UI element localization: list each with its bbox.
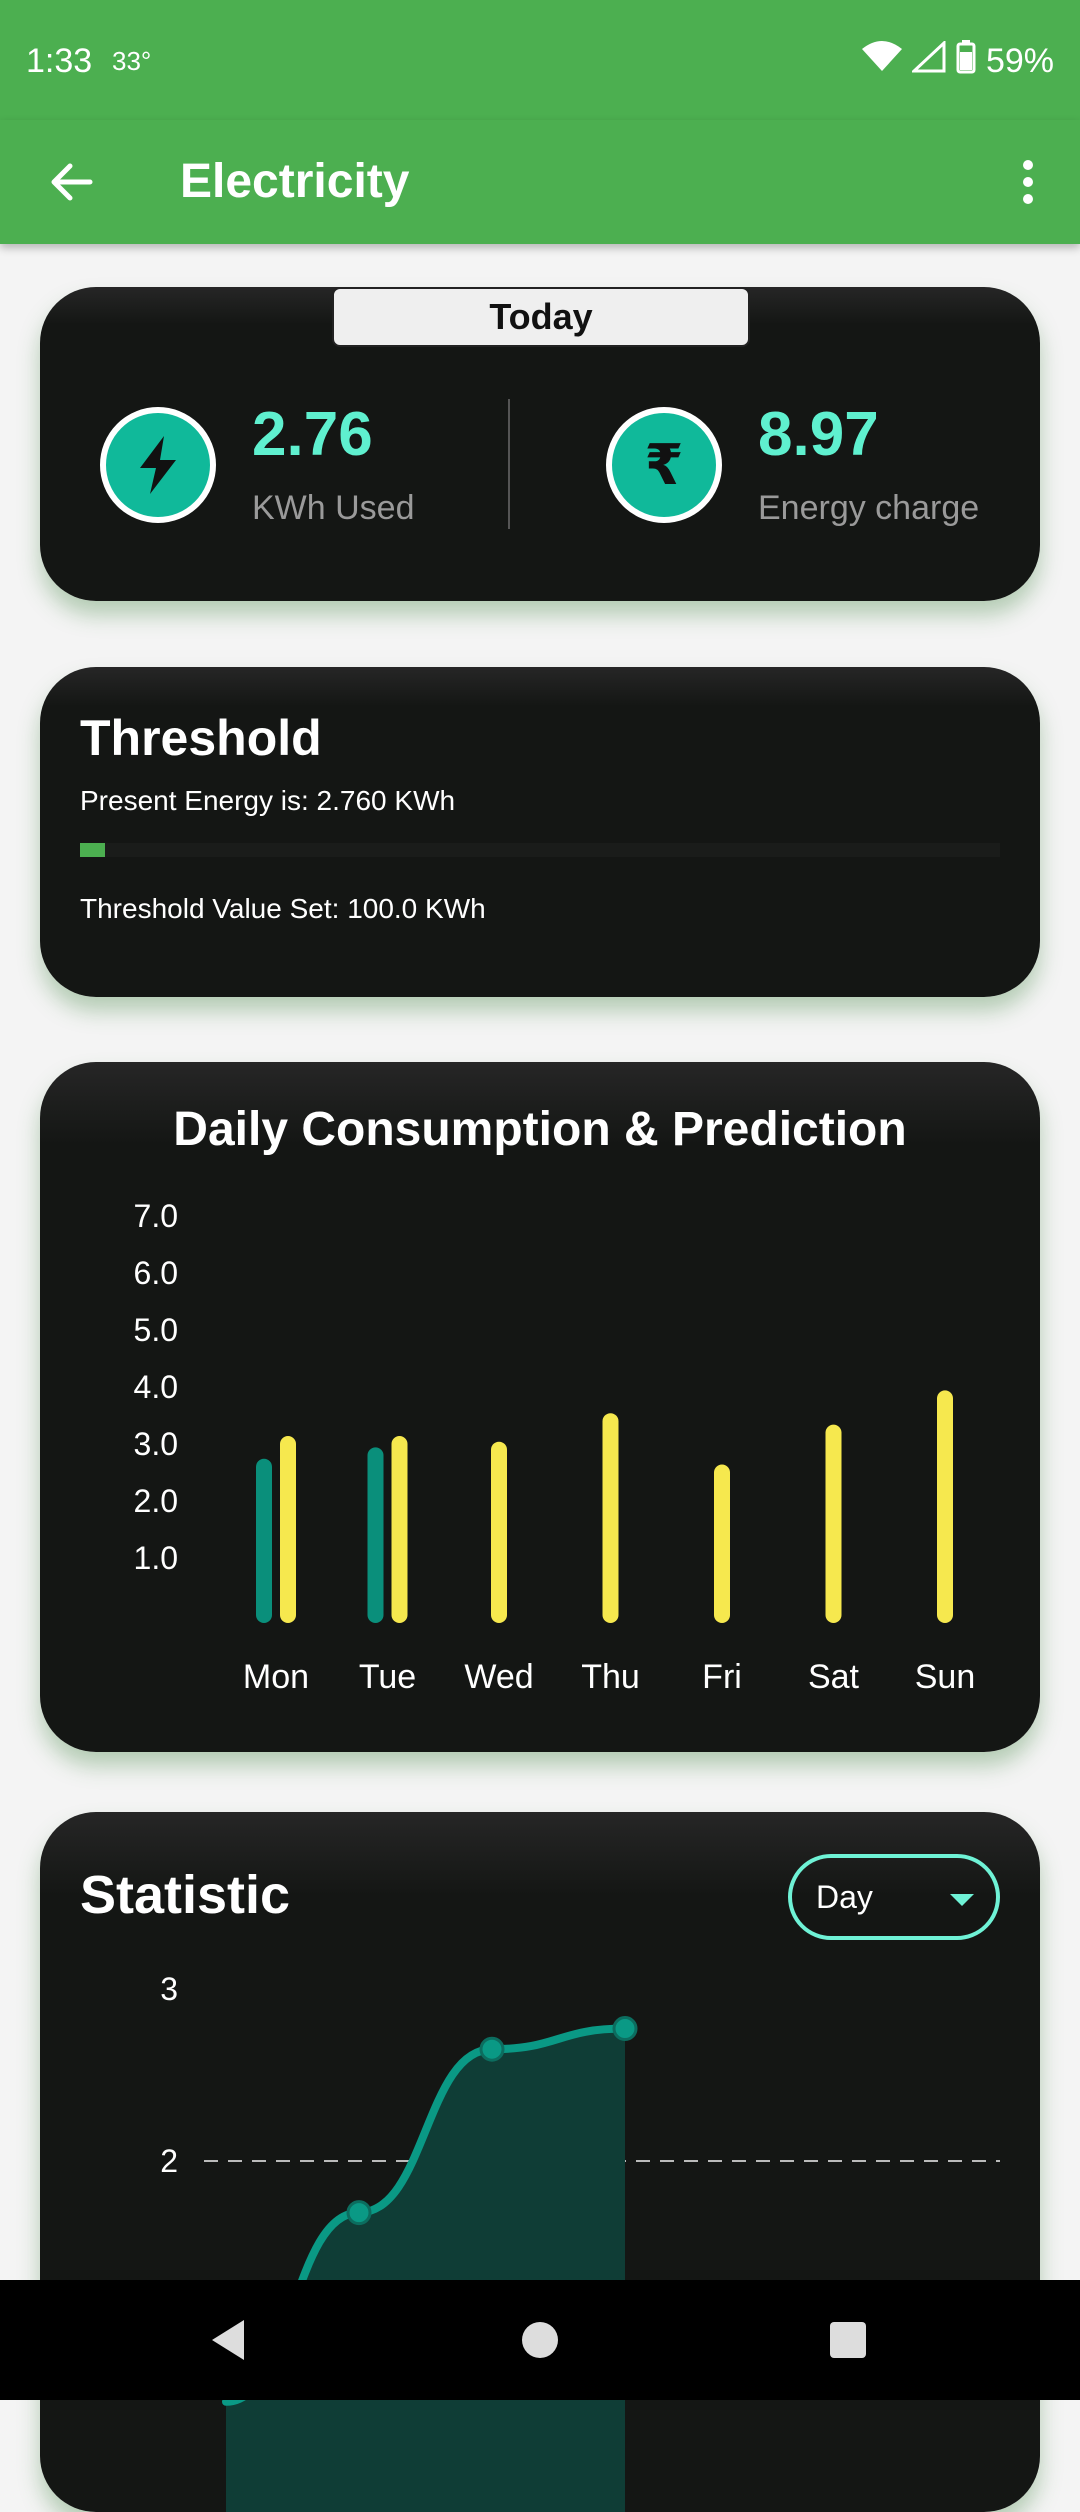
x-tick-label: Thu	[581, 1658, 640, 1696]
y-tick-label: 2	[160, 2143, 178, 2179]
app-bar: Electricity	[0, 120, 1080, 244]
y-tick-label: 7.0	[134, 1198, 178, 1234]
arrow-left-icon	[51, 163, 93, 201]
nav-back-button[interactable]	[198, 2310, 258, 2370]
threshold-title: Threshold	[80, 710, 322, 766]
back-button[interactable]	[40, 150, 104, 214]
energy-used-value: 2.76	[252, 400, 373, 469]
energy-charge-label: Energy charge	[758, 489, 980, 527]
today-tab[interactable]: Today	[332, 287, 750, 347]
signal-icon	[910, 39, 946, 82]
x-tick-label: Tue	[359, 1658, 416, 1696]
x-tick-label: Sun	[915, 1658, 976, 1696]
nav-home-button[interactable]	[510, 2310, 570, 2370]
threshold-progress-fill	[80, 843, 106, 857]
system-nav-bar	[0, 2280, 1080, 2400]
battery-percent: 59%	[985, 42, 1054, 80]
status-bar: 1:33 33° 59%	[0, 0, 1080, 120]
present-energy-text: Present Energy is: 2.760 KWh	[80, 785, 456, 816]
y-tick-label: 5.0	[134, 1312, 178, 1348]
x-tick-label: Fri	[702, 1658, 742, 1696]
x-tick-label: Wed	[464, 1658, 533, 1696]
daily-consumption-chart: 1.0 2.0 3.0 4.0 5.0 6.0 7.0 Mon Tue Wed Thu Fri Sat S…	[134, 1198, 976, 1696]
y-tick-label: 2.0	[134, 1483, 178, 1519]
area-fill	[226, 2028, 625, 2512]
rupee-icon: ₹	[606, 407, 722, 523]
nav-recents-button[interactable]	[818, 2310, 878, 2370]
nav-recents-icon	[830, 2322, 866, 2358]
y-tick-label: 1.0	[134, 1540, 178, 1576]
bolt-icon	[100, 407, 216, 523]
threshold-set-text: Threshold Value Set: 100.0 KWh	[80, 893, 486, 924]
page-title: Electricity	[180, 155, 410, 208]
wifi-icon	[861, 41, 902, 82]
y-tick-label: 3	[160, 1971, 178, 2007]
status-time: 1:33	[26, 42, 93, 80]
energy-charge-value: 8.97	[758, 400, 879, 469]
statistic-chart: 23	[160, 1971, 1000, 2512]
y-tick-label: 3.0	[134, 1426, 178, 1462]
energy-used-label: KWh Used	[252, 489, 415, 527]
daily-consumption-card: Daily Consumption & Prediction 1.0 2.0 3.0…	[40, 1062, 1040, 1752]
status-temperature: 33°	[112, 46, 152, 76]
divider	[508, 399, 510, 529]
nav-home-icon	[522, 2322, 558, 2358]
data-point	[612, 2016, 638, 2042]
data-point	[479, 2036, 505, 2062]
threshold-card: Threshold Present Energy is: 2.760 KWh T…	[40, 667, 1040, 997]
x-tick-label: Sat	[808, 1658, 860, 1696]
battery-icon	[956, 40, 976, 83]
threshold-progress-bar	[80, 843, 1000, 857]
y-tick-label: 6.0	[134, 1255, 178, 1291]
data-point	[346, 2200, 372, 2226]
more-options-button[interactable]	[996, 150, 1060, 214]
y-tick-label: 4.0	[134, 1369, 178, 1405]
statistic-card: Statistic Day 23	[40, 1812, 1040, 2512]
x-tick-label: Mon	[243, 1658, 309, 1696]
status-icons: 59%	[861, 39, 1054, 83]
today-card: Today 2.76 KWh Used ₹ 8.97 Energy charge	[40, 287, 1040, 601]
nav-back-icon	[212, 2320, 244, 2360]
more-vert-icon	[1023, 160, 1033, 204]
